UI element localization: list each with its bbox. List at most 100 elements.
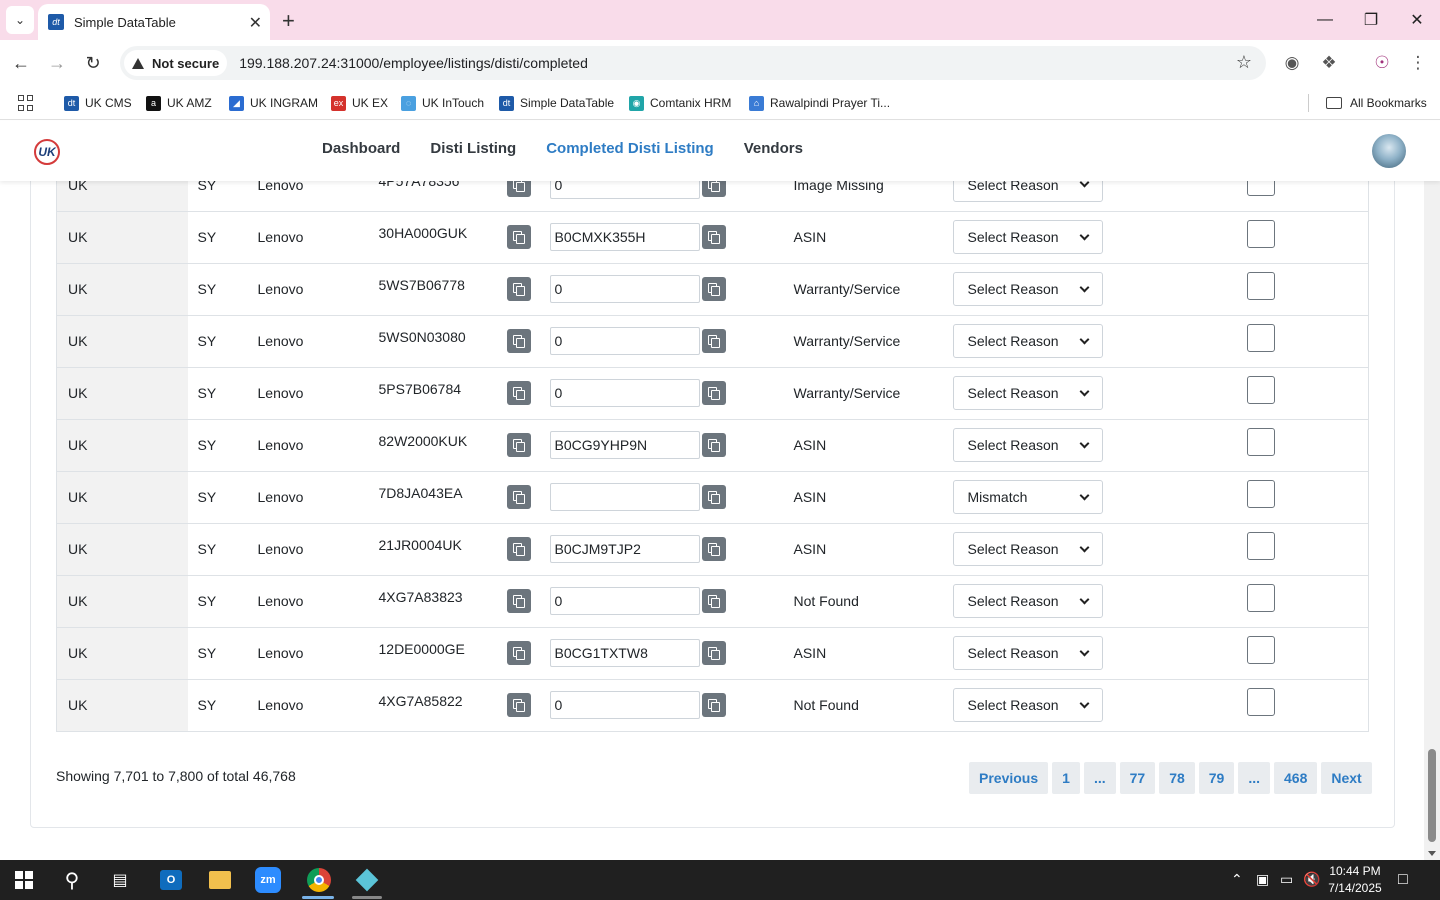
notifications-icon[interactable]: □ bbox=[1398, 871, 1408, 889]
copy-sku-button[interactable] bbox=[506, 693, 531, 717]
task-view-icon[interactable]: ▤ bbox=[106, 866, 134, 894]
zoom-icon[interactable]: zm bbox=[254, 866, 282, 894]
extensions-puzzle-icon[interactable]: ❖ bbox=[1318, 52, 1340, 74]
bookmark-item[interactable]: dt UK CMS bbox=[64, 93, 132, 113]
row-checkbox[interactable] bbox=[1246, 584, 1275, 612]
pagination-button[interactable]: Next bbox=[1321, 762, 1372, 794]
copy-sku-button[interactable] bbox=[506, 537, 531, 561]
new-tab-plus-icon[interactable]: + bbox=[282, 8, 295, 34]
security-chip[interactable]: Not secure bbox=[124, 50, 228, 76]
row-checkbox[interactable] bbox=[1246, 480, 1275, 508]
row-checkbox[interactable] bbox=[1246, 272, 1275, 300]
windows-start-icon[interactable] bbox=[10, 866, 38, 894]
tray-display-icon[interactable]: ▭ bbox=[1280, 871, 1293, 888]
copy-asin-button[interactable] bbox=[701, 329, 726, 353]
tray-chevron-up-icon[interactable]: ⌃ bbox=[1231, 871, 1243, 888]
pagination-button[interactable]: Previous bbox=[969, 762, 1049, 794]
pagination-button[interactable]: 78 bbox=[1159, 762, 1195, 794]
pagination-button[interactable]: ... bbox=[1083, 762, 1116, 794]
copy-asin-button[interactable] bbox=[701, 277, 726, 301]
tray-volume-muted-icon[interactable]: 🔇 bbox=[1303, 871, 1320, 888]
pagination-button[interactable]: 468 bbox=[1274, 762, 1318, 794]
scroll-down-arrow-icon[interactable] bbox=[1428, 851, 1436, 856]
bookmark-item[interactable]: ◉ Comtanix HRM bbox=[629, 93, 731, 113]
url-text[interactable]: 199.188.207.24:31000/employee/listings/d… bbox=[239, 55, 588, 71]
bookmark-item[interactable]: ◢ UK INGRAM bbox=[229, 93, 318, 113]
copy-asin-button[interactable] bbox=[701, 433, 726, 457]
reason-select[interactable]: Select Reason bbox=[952, 181, 1103, 202]
translate-globe-icon[interactable]: ◉ bbox=[1281, 52, 1303, 74]
copy-sku-button[interactable] bbox=[506, 381, 531, 405]
reason-select[interactable]: Mismatch bbox=[952, 480, 1103, 514]
bookmark-item[interactable]: a UK AMZ bbox=[146, 93, 212, 113]
bookmark-item[interactable]: ex UK EX bbox=[331, 93, 388, 113]
copy-sku-button[interactable] bbox=[506, 641, 531, 665]
asin-input[interactable] bbox=[549, 483, 700, 511]
reason-select[interactable]: Select Reason bbox=[952, 532, 1103, 566]
copy-sku-button[interactable] bbox=[506, 277, 531, 301]
row-checkbox[interactable] bbox=[1246, 181, 1275, 196]
copy-asin-button[interactable] bbox=[701, 381, 726, 405]
asin-input[interactable] bbox=[549, 639, 700, 667]
reason-select[interactable]: Select Reason bbox=[952, 636, 1103, 670]
asin-input[interactable] bbox=[549, 327, 700, 355]
kebab-menu-icon[interactable]: ⋮ bbox=[1407, 52, 1429, 74]
copy-asin-button[interactable] bbox=[701, 641, 726, 665]
reason-select[interactable]: Select Reason bbox=[952, 428, 1103, 462]
profile-icon[interactable]: ☉ bbox=[1371, 52, 1393, 74]
bookmark-star-icon[interactable]: ☆ bbox=[1236, 52, 1252, 73]
row-checkbox[interactable] bbox=[1246, 636, 1275, 664]
asin-input[interactable] bbox=[549, 275, 700, 303]
tab-search-chevron-icon[interactable]: ⌄ bbox=[6, 6, 34, 34]
forward-arrow-icon[interactable]: → bbox=[44, 50, 70, 76]
asin-input[interactable] bbox=[549, 181, 700, 199]
restore-icon[interactable]: ❐ bbox=[1348, 6, 1394, 34]
asin-input[interactable] bbox=[549, 587, 700, 615]
reason-select[interactable]: Select Reason bbox=[952, 376, 1103, 410]
uk-logo[interactable]: UK bbox=[34, 139, 60, 165]
user-avatar[interactable] bbox=[1372, 134, 1406, 168]
pagination-button[interactable]: 77 bbox=[1119, 762, 1156, 794]
asin-input[interactable] bbox=[549, 535, 700, 563]
bookmark-item[interactable]: dt Simple DataTable bbox=[499, 93, 614, 113]
taskbar-clock[interactable]: 10:44 PM 7/14/2025 bbox=[1322, 863, 1388, 897]
row-checkbox[interactable] bbox=[1246, 688, 1275, 716]
copy-asin-button[interactable] bbox=[701, 225, 726, 249]
browser-tab[interactable]: dt Simple DataTable ✕ bbox=[38, 4, 270, 40]
copy-sku-button[interactable] bbox=[506, 485, 531, 509]
app-diamond-icon[interactable] bbox=[353, 866, 381, 894]
reason-select[interactable]: Select Reason bbox=[952, 220, 1103, 254]
page-scrollbar[interactable] bbox=[1424, 121, 1440, 860]
chrome-icon[interactable] bbox=[305, 866, 333, 894]
copy-sku-button[interactable] bbox=[506, 225, 531, 249]
address-bar[interactable]: Not secure 199.188.207.24:31000/employee… bbox=[120, 46, 1266, 80]
tab-close-icon[interactable]: ✕ bbox=[249, 13, 262, 33]
reason-select[interactable]: Select Reason bbox=[952, 688, 1103, 722]
copy-sku-button[interactable] bbox=[506, 181, 531, 197]
asin-input[interactable] bbox=[549, 223, 700, 251]
all-bookmarks[interactable]: All Bookmarks bbox=[1326, 93, 1427, 113]
row-checkbox[interactable] bbox=[1246, 376, 1275, 404]
asin-input[interactable] bbox=[549, 431, 700, 459]
nav-item[interactable]: Completed Disti Listing bbox=[546, 140, 714, 157]
nav-item[interactable]: Vendors bbox=[744, 140, 803, 157]
bookmark-item[interactable]: ⌂ Rawalpindi Prayer Ti... bbox=[749, 93, 890, 113]
reason-select[interactable]: Select Reason bbox=[952, 272, 1103, 306]
pagination-button[interactable]: 1 bbox=[1052, 762, 1080, 794]
tray-network-alert-icon[interactable]: ▣ bbox=[1256, 871, 1269, 888]
asin-input[interactable] bbox=[549, 691, 700, 719]
row-checkbox[interactable] bbox=[1246, 428, 1275, 456]
file-explorer-icon[interactable] bbox=[206, 866, 234, 894]
copy-asin-button[interactable] bbox=[701, 537, 726, 561]
copy-asin-button[interactable] bbox=[701, 693, 726, 717]
reason-select[interactable]: Select Reason bbox=[952, 584, 1103, 618]
copy-sku-button[interactable] bbox=[506, 433, 531, 457]
back-arrow-icon[interactable]: ← bbox=[8, 50, 34, 76]
nav-item[interactable]: Disti Listing bbox=[430, 140, 516, 157]
row-checkbox[interactable] bbox=[1246, 532, 1275, 560]
outlook-icon[interactable]: O bbox=[157, 866, 185, 894]
bookmark-item[interactable]: ◌ UK InTouch bbox=[401, 93, 484, 113]
row-checkbox[interactable] bbox=[1246, 324, 1275, 352]
copy-asin-button[interactable] bbox=[701, 181, 726, 197]
row-checkbox[interactable] bbox=[1246, 220, 1275, 248]
